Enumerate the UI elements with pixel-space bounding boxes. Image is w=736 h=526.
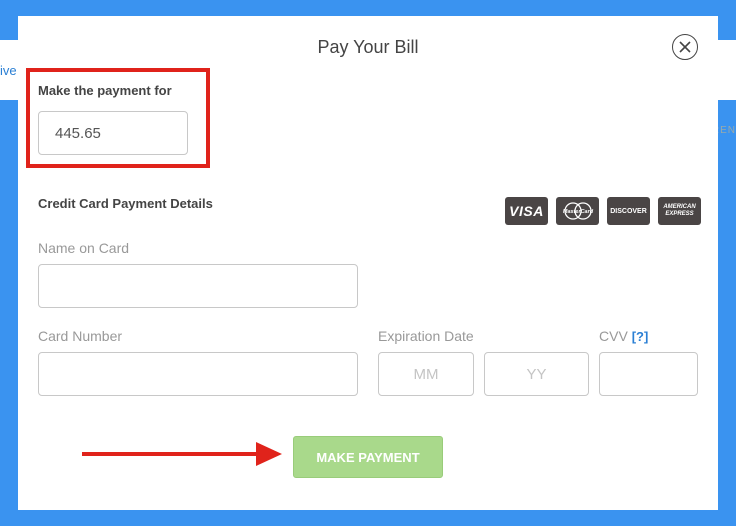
expiration-month-input[interactable]	[378, 352, 474, 396]
card-details-title: Credit Card Payment Details	[38, 196, 213, 211]
discover-logo-icon: DISCOVER	[607, 197, 650, 225]
modal-title: Pay Your Bill	[317, 37, 419, 57]
mastercard-logo-icon: MasterCard	[556, 197, 599, 225]
cvv-label: CVV	[599, 328, 628, 344]
mastercard-text: MasterCard	[562, 209, 593, 215]
close-icon[interactable]	[672, 34, 698, 60]
name-on-card-input[interactable]	[38, 264, 358, 308]
visa-logo-icon: VISA	[505, 197, 548, 225]
expiration-year-input[interactable]	[484, 352, 589, 396]
pay-bill-modal: Pay Your Bill Make the payment for Credi…	[18, 16, 718, 510]
amount-input[interactable]	[38, 111, 188, 155]
amount-label: Make the payment for	[38, 83, 172, 98]
card-logos: VISA MasterCard DISCOVER AMERICAN EXPRES…	[505, 197, 701, 225]
background-left-text: ive	[0, 63, 17, 78]
amex-logo-icon: AMERICAN EXPRESS	[658, 197, 701, 225]
cvv-input[interactable]	[599, 352, 698, 396]
name-on-card-label: Name on Card	[38, 240, 130, 256]
cvv-label-group: CVV [?]	[599, 328, 648, 344]
arrow-right-icon	[82, 442, 282, 466]
card-number-label: Card Number	[38, 328, 123, 344]
cvv-help-link[interactable]: [?]	[632, 329, 649, 344]
make-payment-button[interactable]: MAKE PAYMENT	[293, 436, 443, 478]
card-number-input[interactable]	[38, 352, 358, 396]
expiration-date-label: Expiration Date	[378, 328, 474, 344]
